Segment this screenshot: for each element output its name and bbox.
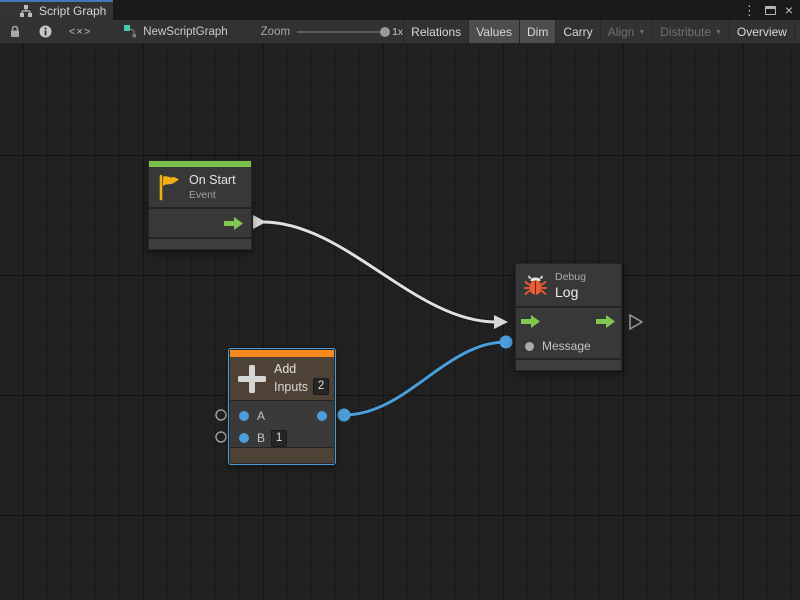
trigger-port-row: [516, 308, 621, 334]
trigger-output-port[interactable]: [224, 217, 244, 230]
graph-name-box[interactable]: NewScriptGraph: [124, 20, 227, 43]
node-header: Debug Log: [516, 264, 621, 306]
zoom-slider-handle[interactable]: [380, 27, 390, 37]
node-footer: [516, 360, 621, 370]
dim-button[interactable]: Dim: [519, 20, 555, 43]
value-wire-add-to-message[interactable]: [344, 342, 506, 415]
node-surtitle: Debug: [555, 271, 586, 283]
trigger-input-port[interactable]: [521, 315, 541, 328]
zoom-slider[interactable]: [297, 31, 385, 33]
node-header: Add Inputs 2: [230, 357, 334, 400]
sum-output-port[interactable]: [317, 411, 327, 421]
info-icon: [39, 25, 52, 38]
trigger-output-port[interactable]: [596, 315, 616, 328]
zoom-label: Zoom: [261, 26, 290, 38]
tab-bar: Script Graph ⋮ ×: [0, 0, 800, 20]
chevron-down-icon: ▼: [715, 29, 722, 36]
port-label: B: [257, 431, 265, 445]
wire-end-arrow-icon: [494, 315, 508, 329]
close-icon[interactable]: ×: [785, 3, 793, 17]
inputs-label: Inputs: [274, 380, 308, 394]
node-on-start[interactable]: On Start Event: [148, 160, 252, 250]
code-view-button[interactable]: <×>: [61, 20, 99, 43]
node-port-area: [149, 209, 251, 237]
values-button[interactable]: Values: [468, 20, 519, 43]
node-title: Log: [555, 284, 586, 300]
graph-name-label: NewScriptGraph: [143, 26, 227, 38]
math-accent-bar: [230, 350, 334, 357]
node-footer: [149, 239, 251, 249]
bug-icon: [524, 274, 547, 297]
chevron-down-icon: ▼: [638, 29, 645, 36]
node-add[interactable]: Add Inputs 2 A B 1: [229, 349, 335, 464]
message-input-port[interactable]: [525, 342, 534, 351]
wire-end-dot-icon: [500, 336, 513, 349]
node-subtitle: Event: [189, 189, 236, 201]
zoom-value: 1x: [392, 26, 403, 38]
port-label: Message: [542, 339, 591, 353]
distribute-dropdown[interactable]: Distribute ▼: [652, 20, 729, 43]
window-controls: ⋮ ×: [743, 0, 800, 20]
flag-icon: [157, 174, 181, 201]
input-port-b[interactable]: [239, 433, 249, 443]
plus-icon: [238, 365, 266, 393]
port-hint-triangle-icon[interactable]: [630, 315, 642, 329]
graph-canvas[interactable]: On Start Event: [0, 44, 800, 600]
node-debug-log[interactable]: Debug Log Message: [515, 263, 622, 371]
port-b-value-field[interactable]: 1: [271, 430, 287, 447]
node-header: On Start Event: [149, 167, 251, 207]
wire-start-dot-icon: [338, 409, 351, 422]
code-icon: <×>: [69, 26, 91, 38]
info-button[interactable]: [30, 20, 61, 43]
relations-button[interactable]: Relations: [403, 20, 468, 43]
script-graph-asset-icon: [124, 25, 137, 38]
lock-button[interactable]: [0, 20, 30, 43]
align-dropdown[interactable]: Align ▼: [600, 20, 653, 43]
graph-toolbar: <×> NewScriptGraph Zoom 1x Relations Val…: [0, 20, 800, 44]
message-port-row: Message: [516, 334, 621, 358]
node-port-area: A B 1: [230, 401, 334, 447]
inputs-count-field[interactable]: 2: [313, 378, 329, 395]
port-row-b: B 1: [230, 427, 334, 449]
wire-start-arrow-icon: [253, 215, 266, 229]
overview-button[interactable]: Overview: [729, 20, 794, 43]
tab-title: Script Graph: [39, 4, 106, 18]
fullscreen-button[interactable]: Full S: [794, 20, 800, 43]
node-footer: [230, 448, 334, 463]
port-hint-circle-icon[interactable]: [216, 410, 226, 420]
carry-button[interactable]: Carry: [555, 20, 599, 43]
port-label: A: [257, 409, 265, 423]
port-hint-circle-icon[interactable]: [216, 432, 226, 442]
maximize-icon[interactable]: [765, 6, 776, 15]
graph-tree-icon: [19, 5, 33, 18]
lock-icon: [9, 25, 21, 38]
control-wire-onstart-to-log[interactable]: [263, 222, 496, 322]
node-title: Add: [274, 362, 329, 376]
zoom-control: Zoom 1x: [261, 20, 404, 43]
wire-layer: [0, 44, 800, 600]
input-port-a[interactable]: [239, 411, 249, 421]
port-row-a: A: [230, 405, 334, 427]
window-menu-icon[interactable]: ⋮: [743, 4, 756, 17]
tab-script-graph[interactable]: Script Graph: [0, 0, 113, 20]
toolbar-toggle-group: Relations Values Dim Carry Align ▼ Distr…: [403, 20, 800, 43]
node-title: On Start: [189, 173, 236, 187]
